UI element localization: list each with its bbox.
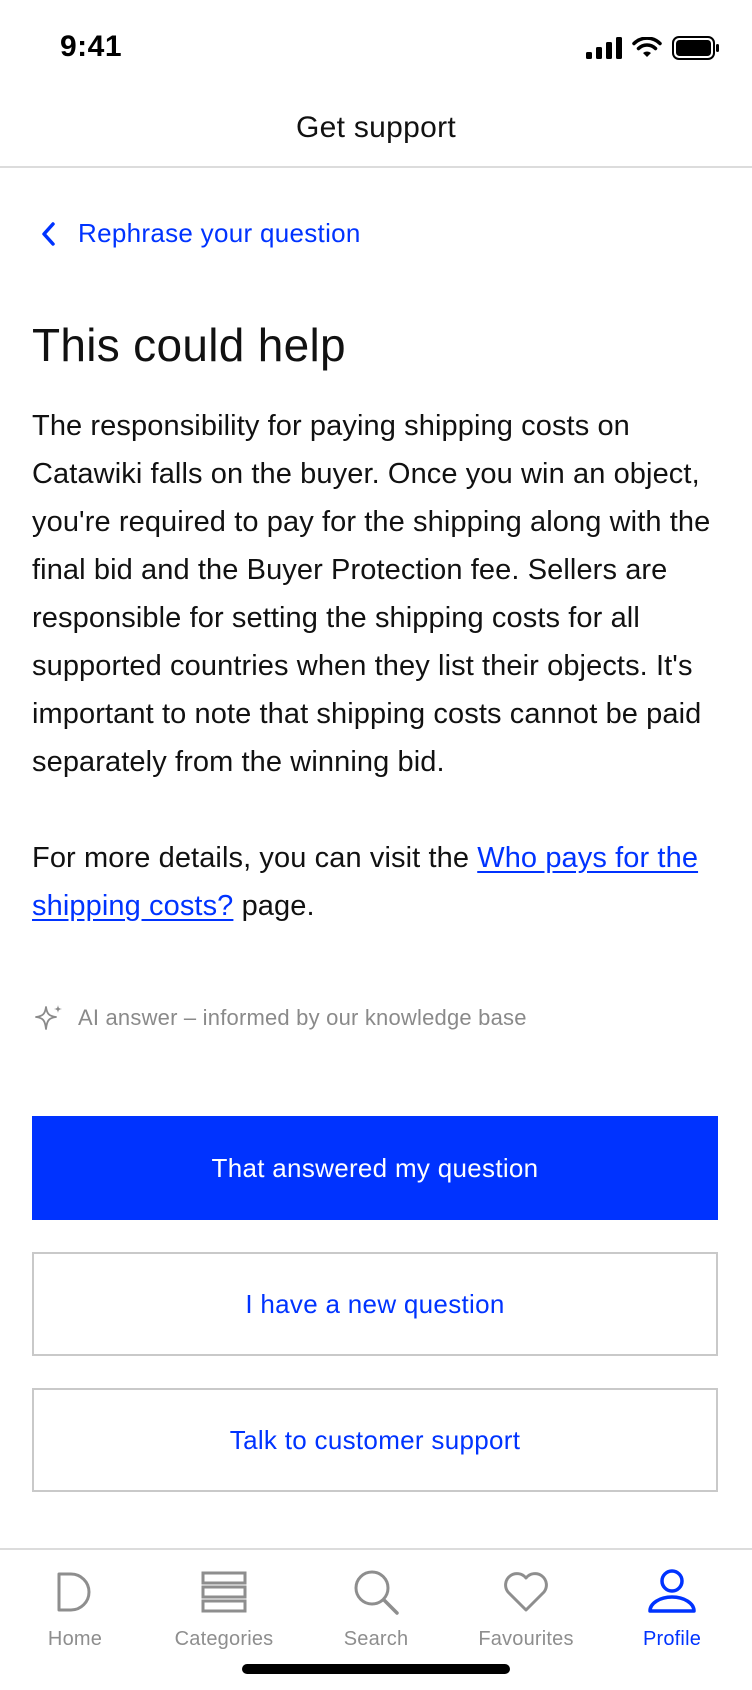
status-time: 9:41 [60,30,123,63]
status-icons [586,36,720,60]
heart-icon [504,1572,548,1612]
sparkle-icon [35,1005,62,1030]
tab-home-label: Home [47,1628,103,1650]
tab-favourites[interactable]: Favourites [451,1564,601,1651]
battery-icon [672,36,719,60]
ai-answer-note: AI answer – informed by our knowledge ba… [34,1003,527,1033]
wifi-icon [632,37,662,57]
ai-answer-note-text: AI answer – informed by our knowledge ba… [78,1005,527,1030]
rephrase-question-label: Rephrase your question [78,218,361,248]
tab-search-label: Search [343,1628,409,1650]
tab-categories-label: Categories [174,1628,274,1650]
profile-icon [648,1569,696,1613]
answer-paragraph: The responsibility for paying shipping c… [32,410,711,778]
answer-content: This could help The responsibility for p… [32,316,722,930]
tab-favourites-label: Favourites [478,1628,574,1650]
more-details-suffix: page. [233,890,315,922]
more-details-text: For more details, you can visit the Who … [32,834,722,930]
tab-profile[interactable]: Profile [597,1564,747,1651]
home-icon [57,1572,91,1612]
navigation-header: Get support [0,90,752,168]
home-indicator[interactable] [242,1664,510,1674]
chevron-left-icon [42,221,55,246]
page-title: Get support [295,111,457,144]
tab-search[interactable]: Search [301,1564,451,1651]
new-question-button[interactable]: I have a new question [32,1252,718,1356]
search-icon [354,1570,399,1615]
answered-question-button[interactable]: That answered my question [32,1116,718,1220]
tab-categories[interactable]: Categories [149,1564,299,1651]
answer-heading: This could help [32,319,346,371]
tab-home[interactable]: Home [0,1564,150,1651]
talk-to-support-button[interactable]: Talk to customer support [32,1388,718,1492]
rephrase-question-link[interactable]: Rephrase your question [40,218,361,249]
cellular-signal-icon [586,37,622,59]
categories-icon [201,1571,247,1613]
status-bar: 9:41 [0,0,752,90]
tab-profile-label: Profile [642,1628,702,1650]
more-details-prefix: For more details, you can visit the [32,842,478,874]
